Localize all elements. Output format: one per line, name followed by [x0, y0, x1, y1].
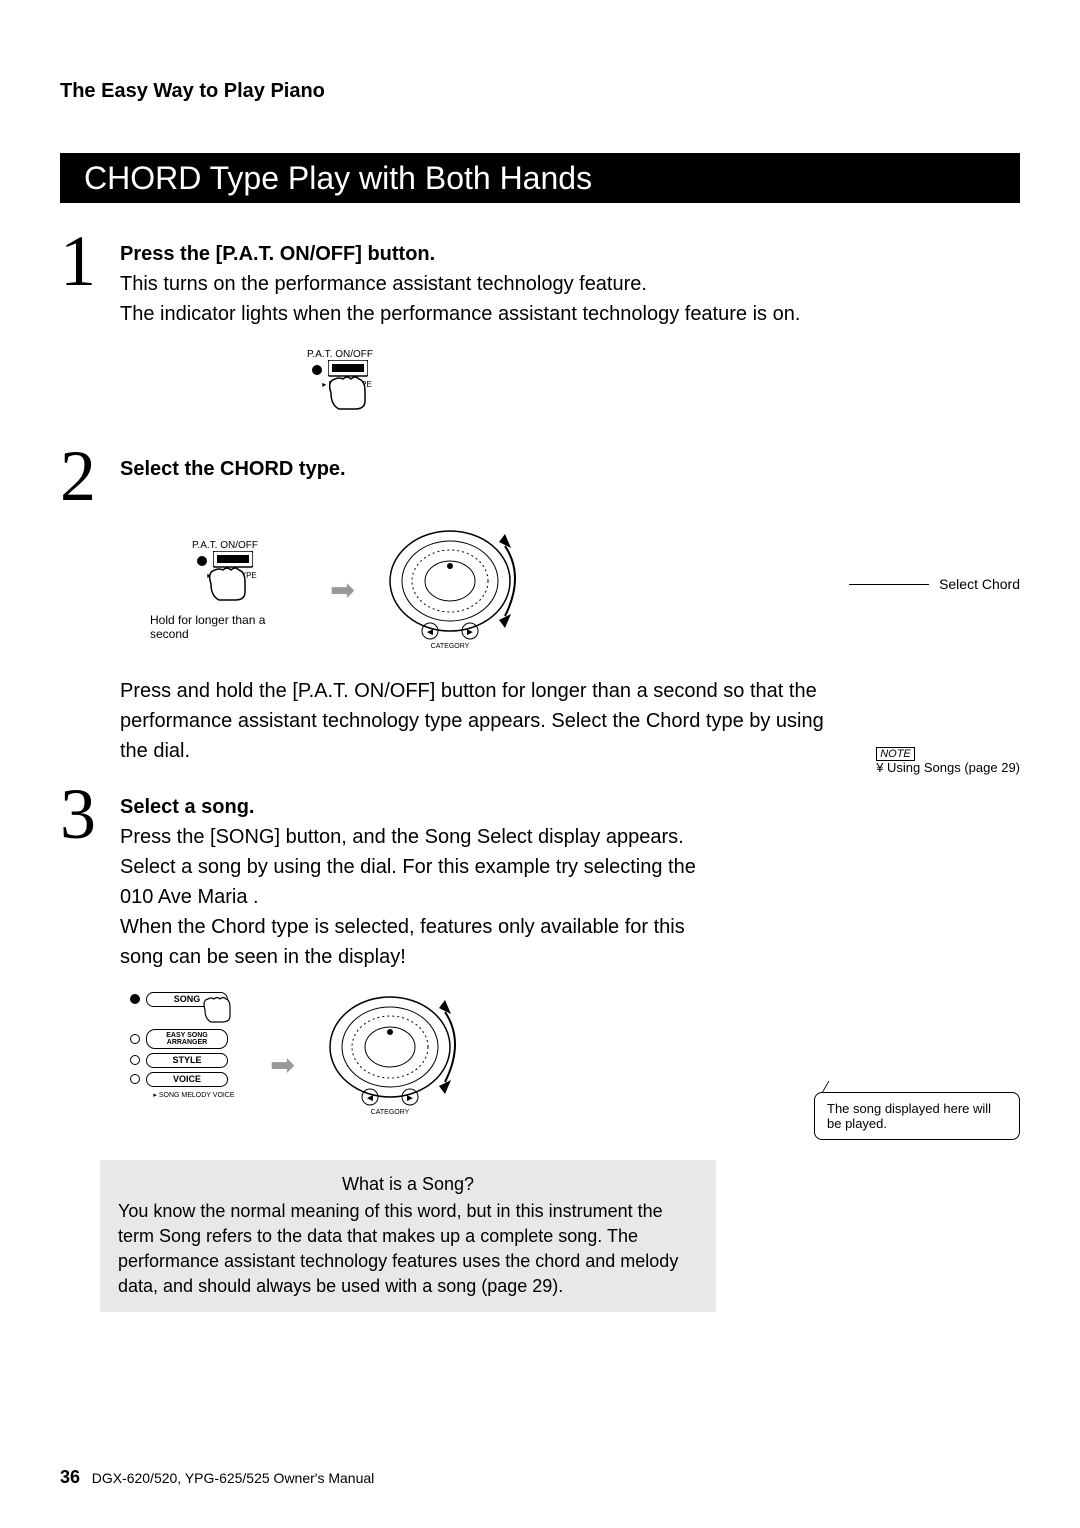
page-title-bar: CHORD Type Play with Both Hands — [60, 153, 1020, 203]
info-box-body: You know the normal meaning of this word… — [118, 1199, 698, 1300]
svg-text:►: ► — [405, 1093, 415, 1104]
note-text: ¥ Using Songs (page 29) — [876, 760, 1020, 775]
led-indicator — [312, 365, 322, 375]
page-title: CHORD Type Play with Both Hands — [84, 160, 592, 197]
step-body: Press the [SONG] button, and the Song Se… — [120, 822, 700, 972]
step-number: 2 — [60, 448, 120, 506]
pat-label: P.A.T. ON/OFF — [150, 540, 300, 551]
step-2: 2 Select the CHORD type. — [60, 448, 1020, 506]
display-callout: The song displayed here will be played. — [814, 1092, 1020, 1140]
step3-figure: SONG EASY SONG ARRANGER STYLE VOICE ▸ SO… — [130, 992, 1020, 1140]
hold-caption: Hold for longer than a second — [150, 613, 300, 641]
dial-icon: ◄ ► CATEGORY — [325, 992, 475, 1122]
step-heading: Select a song. — [120, 792, 1020, 822]
page-number: 36 — [60, 1467, 80, 1487]
step2-body2: Press and hold the [P.A.T. ON/OFF] butto… — [120, 676, 840, 766]
svg-text:◄: ◄ — [425, 627, 435, 638]
svg-text:►: ► — [465, 627, 475, 638]
style-button: STYLE — [146, 1053, 228, 1068]
step1-figure: P.A.T. ON/OFF ▸ P.A.T. TYPE — [280, 349, 1020, 418]
note-label: NOTE — [876, 747, 915, 761]
pat-label: P.A.T. ON/OFF — [280, 349, 400, 360]
step-heading: Select the CHORD type. — [120, 454, 1020, 484]
dial-category-label: CATEGORY — [431, 643, 470, 650]
led-indicator — [130, 1055, 140, 1065]
page-footer: 36 DGX-620/520, YPG-625/525 Owner's Manu… — [60, 1467, 374, 1488]
manual-name: DGX-620/520, YPG-625/525 Owner's Manual — [92, 1470, 375, 1486]
song-button-panel: SONG EASY SONG ARRANGER STYLE VOICE ▸ SO… — [130, 992, 240, 1099]
info-box-title: What is a Song? — [118, 1172, 698, 1197]
info-box: What is a Song? You know the normal mean… — [100, 1160, 716, 1312]
step-heading: Press the [P.A.T. ON/OFF] button. — [120, 239, 1020, 269]
step-1: 1 Press the [P.A.T. ON/OFF] button. This… — [60, 233, 1020, 329]
led-indicator — [130, 1074, 140, 1084]
svg-text:CATEGORY: CATEGORY — [371, 1109, 410, 1116]
voice-button: VOICE — [146, 1072, 228, 1087]
voice-sublabel: ▸ SONG MELODY VOICE — [148, 1091, 240, 1099]
dial-icon: ◄ ► CATEGORY — [385, 526, 535, 656]
arrow-right-icon: ➡ — [330, 573, 355, 608]
step-body: This turns on the performance assistant … — [120, 273, 800, 325]
arrow-right-icon: ➡ — [270, 1048, 295, 1083]
hand-press-icon — [205, 564, 255, 604]
led-indicator — [130, 1034, 140, 1044]
svg-text:◄: ◄ — [365, 1093, 375, 1104]
hand-press-icon — [200, 994, 240, 1024]
step-number: 3 — [60, 786, 120, 844]
step-3: 3 Select a song. Press the [SONG] button… — [60, 786, 1020, 972]
section-header: The Easy Way to Play Piano — [60, 80, 1020, 103]
select-chord-callout: Select Chord — [849, 576, 1020, 592]
step-number: 1 — [60, 233, 120, 291]
note-callout: NOTE ¥ Using Songs (page 29) — [876, 745, 1020, 775]
easy-song-button: EASY SONG ARRANGER — [146, 1029, 228, 1049]
hand-press-icon — [325, 373, 375, 413]
led-indicator — [130, 994, 140, 1004]
